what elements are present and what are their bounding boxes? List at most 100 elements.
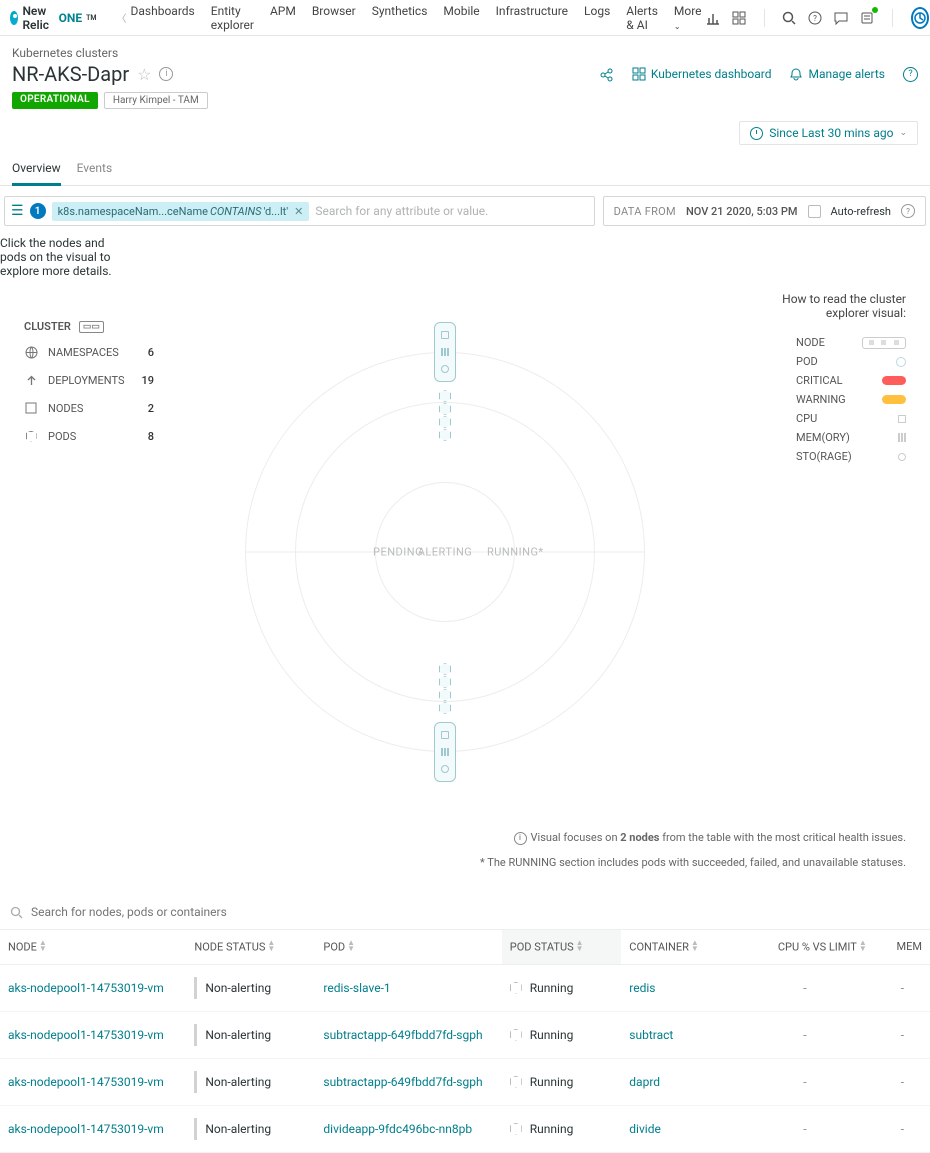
cell-mem: - bbox=[875, 1105, 930, 1152]
explorer-footnotes: iVisual focuses on 2 nodes from the tabl… bbox=[0, 830, 930, 891]
pod-status-icon bbox=[510, 1029, 522, 1041]
logo[interactable]: New Relic ONE TM bbox=[10, 4, 97, 32]
data-from-label: DATA FROM bbox=[614, 205, 676, 218]
col-pod-status[interactable]: POD STATUS▲▼ bbox=[502, 930, 622, 965]
col-mem[interactable]: MEM bbox=[875, 930, 930, 965]
time-picker[interactable]: Since Last 30 mins ago ⌄ bbox=[739, 121, 918, 145]
ring-label-alerting: ALERTING bbox=[418, 546, 473, 559]
legend-mem-icon bbox=[898, 433, 906, 442]
search-icon[interactable] bbox=[782, 10, 796, 26]
nav-items: Dashboards Entity explorer APM Browser S… bbox=[131, 4, 702, 32]
pod-group-1[interactable] bbox=[439, 390, 451, 441]
chart-icon[interactable] bbox=[706, 10, 720, 26]
col-pod[interactable]: POD▲▼ bbox=[315, 930, 501, 965]
node-visual-2[interactable] bbox=[434, 722, 456, 782]
k8s-dashboard-link[interactable]: Kubernetes dashboard bbox=[632, 67, 772, 81]
ring-label-running: RUNNING* bbox=[487, 546, 544, 559]
col-node-status[interactable]: NODE STATUS▲▼ bbox=[186, 930, 315, 965]
svg-text:?: ? bbox=[813, 14, 817, 23]
filter-count: 1 bbox=[30, 203, 46, 219]
node-visual-1[interactable] bbox=[434, 322, 456, 382]
table-row[interactable]: aks-nodepool1-14753019-vmNon-alertingdiv… bbox=[0, 1105, 930, 1152]
nav-logs[interactable]: Logs bbox=[584, 4, 610, 32]
table-search-input[interactable] bbox=[31, 905, 920, 919]
remove-chip-icon[interactable]: ✕ bbox=[294, 205, 303, 218]
cluster-explorer: CLUSTER ▭▭ NAMESPACES 6 DEPLOYMENTS 19 N… bbox=[0, 278, 930, 822]
cell-pod[interactable]: redis-slave-1 bbox=[315, 964, 501, 1011]
cell-node[interactable]: aks-nodepool1-14753019-vm bbox=[0, 1058, 186, 1105]
header-help-icon[interactable]: ? bbox=[903, 67, 918, 82]
stat-pods[interactable]: PODS 8 bbox=[24, 429, 154, 443]
cell-pod[interactable]: subtractapp-649fbdd7fd-sgph bbox=[315, 1011, 501, 1058]
cluster-visual[interactable]: PENDING ALERTING RUNNING* bbox=[174, 292, 716, 812]
pod-status-icon bbox=[510, 982, 522, 994]
nav-entity-explorer[interactable]: Entity explorer bbox=[211, 4, 254, 32]
nav-dashboards[interactable]: Dashboards bbox=[131, 4, 195, 32]
nav-apm[interactable]: APM bbox=[270, 4, 296, 32]
stat-namespaces[interactable]: NAMESPACES 6 bbox=[24, 345, 154, 359]
stat-deployments[interactable]: DEPLOYMENTS 19 bbox=[24, 373, 154, 387]
tab-events[interactable]: Events bbox=[77, 155, 113, 185]
clock-icon bbox=[750, 127, 763, 140]
cell-pod[interactable]: subtractapp-649fbdd7fd-sgph bbox=[315, 1058, 501, 1105]
star-icon[interactable]: ☆ bbox=[137, 65, 151, 84]
cell-cpu: - bbox=[735, 1058, 875, 1105]
footnote-info-icon: i bbox=[514, 832, 527, 845]
breadcrumb[interactable]: Kubernetes clusters bbox=[12, 46, 918, 60]
cell-node[interactable]: aks-nodepool1-14753019-vm bbox=[0, 964, 186, 1011]
legend-warning-icon bbox=[882, 395, 906, 404]
help-icon[interactable]: ? bbox=[808, 10, 822, 26]
cell-node-status: Non-alerting bbox=[186, 1058, 315, 1105]
logo-text-b: ONE bbox=[59, 11, 83, 25]
cell-container[interactable]: divide bbox=[621, 1105, 735, 1152]
share-icon[interactable] bbox=[599, 67, 614, 82]
table-row[interactable]: aks-nodepool1-14753019-vmNon-alertingred… bbox=[0, 964, 930, 1011]
cell-pod-status: Running bbox=[502, 964, 622, 1011]
nav-mobile[interactable]: Mobile bbox=[443, 4, 479, 32]
col-cpu[interactable]: CPU % VS LIMIT▲▼ bbox=[735, 930, 875, 965]
page-header: Kubernetes clusters NR-AKS-Dapr ☆ i Kube… bbox=[0, 36, 930, 117]
cell-node[interactable]: aks-nodepool1-14753019-vm bbox=[0, 1105, 186, 1152]
apps-icon[interactable] bbox=[732, 10, 746, 26]
nav-separator-3 bbox=[892, 9, 893, 27]
owner-tag[interactable]: Harry Kimpel - TAM bbox=[104, 92, 208, 109]
filter-chip[interactable]: k8s.namespaceNam...ceName CONTAINS 'd...… bbox=[52, 202, 310, 221]
auto-refresh-checkbox[interactable] bbox=[808, 205, 821, 218]
cell-container[interactable]: redis bbox=[621, 964, 735, 1011]
cell-cpu: - bbox=[735, 1105, 875, 1152]
nav-alerts-ai[interactable]: Alerts & AI bbox=[626, 4, 658, 32]
info-icon[interactable]: i bbox=[159, 67, 173, 81]
filter-text-input[interactable] bbox=[315, 204, 587, 218]
cell-node-status: Non-alerting bbox=[186, 1011, 315, 1058]
cell-container[interactable]: daprd bbox=[621, 1058, 735, 1105]
nav-separator-2 bbox=[764, 9, 765, 27]
time-range-label: Since Last 30 mins ago bbox=[769, 126, 893, 140]
feed-icon[interactable] bbox=[860, 10, 874, 26]
table-search[interactable] bbox=[0, 891, 930, 929]
table-row[interactable]: aks-nodepool1-14753019-vmNon-alertingsub… bbox=[0, 1058, 930, 1105]
cluster-grid-icon[interactable]: ▭▭ bbox=[79, 321, 104, 333]
user-menu[interactable]: Harry Kimpel ⌄ bbox=[911, 4, 930, 32]
nav-synthetics[interactable]: Synthetics bbox=[372, 4, 428, 32]
nav-right: ? Harry Kimpel ⌄ bbox=[706, 4, 930, 32]
filter-input-box[interactable]: ☰ 1 k8s.namespaceNam...ceName CONTAINS '… bbox=[4, 196, 595, 226]
auto-refresh-help-icon[interactable]: ? bbox=[901, 204, 915, 218]
col-container[interactable]: CONTAINER▲▼ bbox=[621, 930, 735, 965]
cell-pod-status: Running bbox=[502, 1105, 622, 1152]
status-badge: OPERATIONAL bbox=[12, 92, 98, 109]
manage-alerts-link[interactable]: Manage alerts bbox=[789, 67, 885, 81]
stat-nodes[interactable]: NODES 2 bbox=[24, 401, 154, 415]
filter-icon[interactable]: ☰ bbox=[11, 203, 24, 219]
cell-container[interactable]: subtract bbox=[621, 1011, 735, 1058]
chat-icon[interactable] bbox=[834, 10, 848, 26]
cell-pod[interactable]: divideapp-9fdc496bc-nn8pb bbox=[315, 1105, 501, 1152]
table-row[interactable]: aks-nodepool1-14753019-vmNon-alertingsub… bbox=[0, 1011, 930, 1058]
logo-text-a: New Relic bbox=[22, 4, 54, 32]
tab-overview[interactable]: Overview bbox=[12, 155, 61, 186]
nav-infrastructure[interactable]: Infrastructure bbox=[496, 4, 568, 32]
nav-more[interactable]: More ⌄ bbox=[674, 4, 702, 32]
nav-browser[interactable]: Browser bbox=[312, 4, 356, 32]
cell-node[interactable]: aks-nodepool1-14753019-vm bbox=[0, 1011, 186, 1058]
pod-group-2[interactable] bbox=[439, 663, 451, 714]
col-node[interactable]: NODE▲▼ bbox=[0, 930, 186, 965]
